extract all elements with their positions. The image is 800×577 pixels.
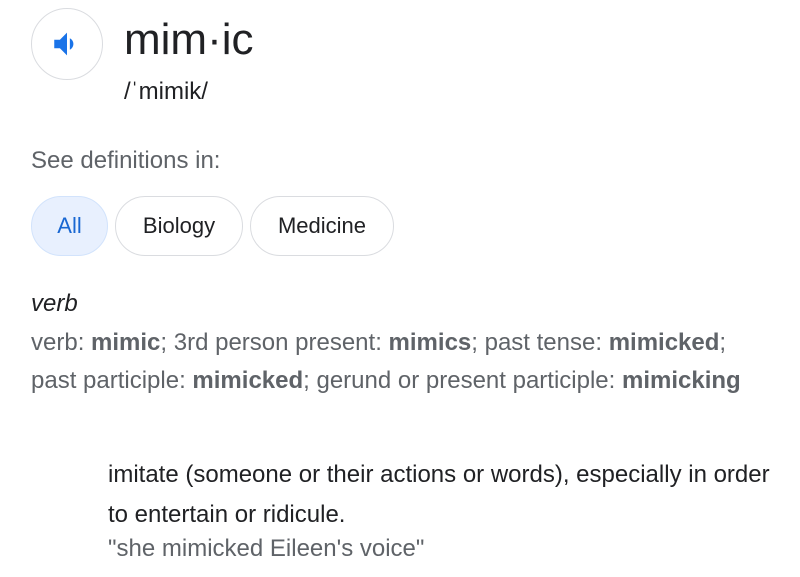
usage-example: "she mimicked Eileen's voice" — [108, 535, 425, 562]
part-of-speech: verb — [31, 290, 78, 317]
see-definitions-label: See definitions in: — [31, 147, 221, 174]
definition-filter-chips: All Biology Medicine — [31, 196, 394, 256]
third-person-form: mimics — [388, 329, 472, 356]
verb-forms: verb: mimic; 3rd person present: mimics;… — [31, 324, 771, 400]
chip-medicine[interactable]: Medicine — [250, 196, 394, 256]
gerund-label: ; gerund or present participle: — [303, 367, 622, 394]
pronunciation-button[interactable] — [31, 8, 103, 80]
phonetic-spelling: /ˈmimik/ — [124, 78, 208, 105]
third-person-label: ; 3rd person present: — [160, 329, 389, 356]
verb-label: verb: — [31, 329, 92, 356]
chip-all[interactable]: All — [31, 196, 108, 256]
chip-biology[interactable]: Biology — [115, 196, 243, 256]
speaker-volume-icon — [54, 32, 74, 56]
past-participle-form: mimicked — [192, 367, 304, 394]
definition-text: imitate (someone or their actions or wor… — [108, 461, 770, 528]
headword: mim·ic — [124, 15, 254, 64]
past-tense-label: ; past tense: — [471, 329, 609, 356]
verb-form: mimic — [91, 329, 161, 356]
past-tense-form: mimicked — [608, 329, 720, 356]
gerund-form: mimicking — [621, 367, 741, 394]
